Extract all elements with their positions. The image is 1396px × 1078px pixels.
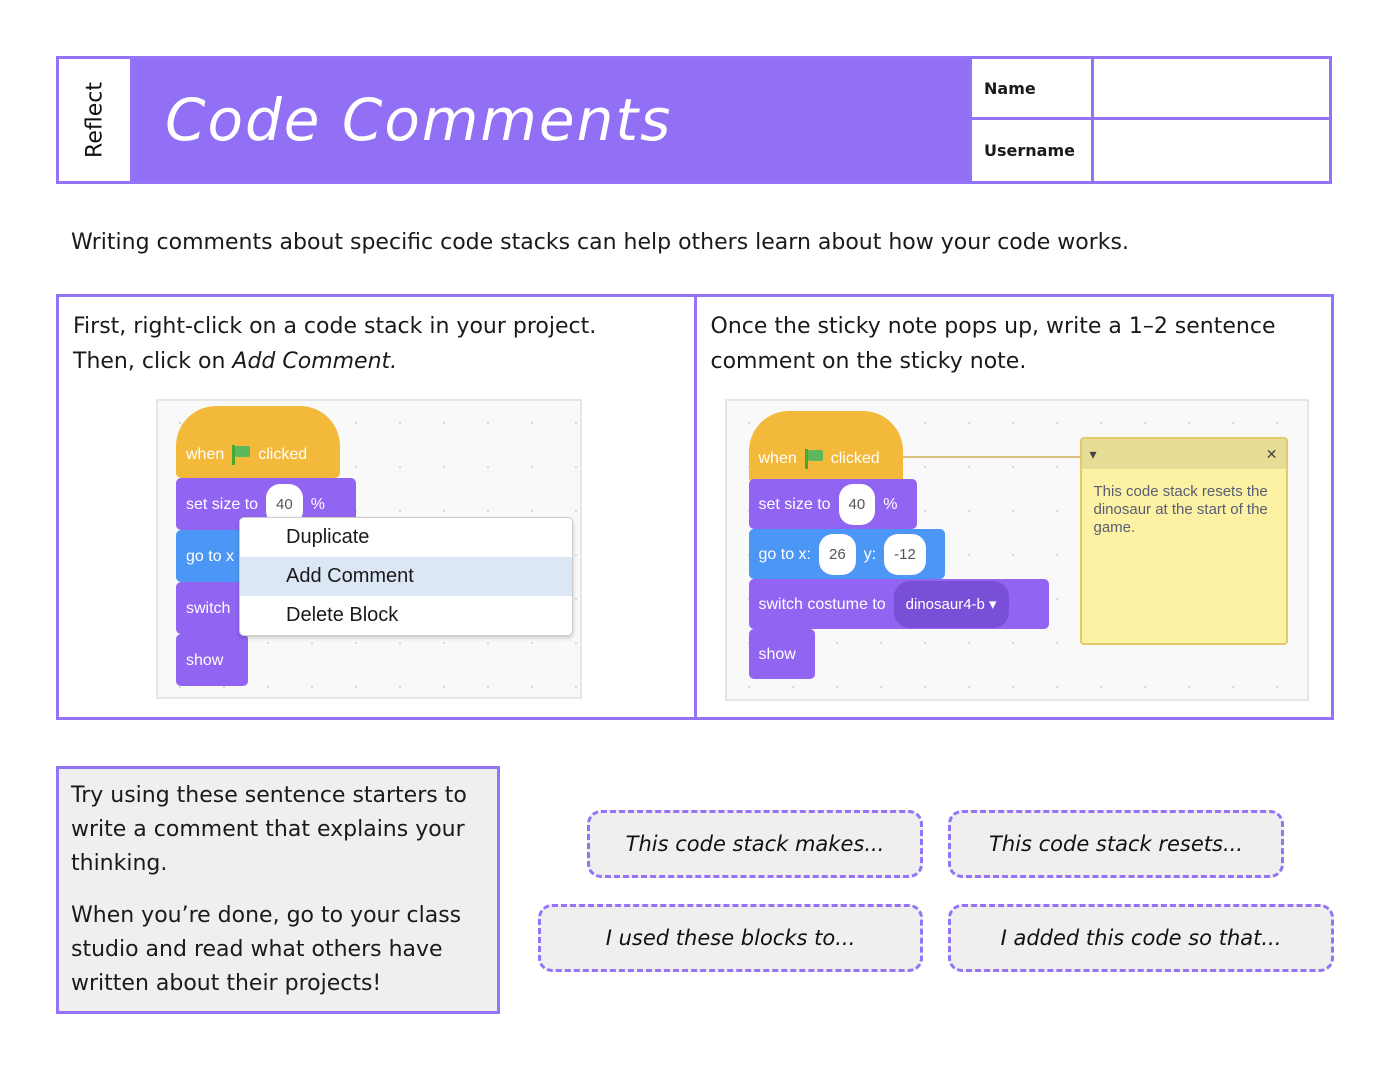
step-2-text: Once the sticky note pops up, write a 1–… <box>710 314 1276 374</box>
show-block[interactable]: show <box>748 629 815 679</box>
step-2: Once the sticky note pops up, write a 1–… <box>697 297 1332 717</box>
when-flag-clicked-block[interactable]: when clicked <box>176 406 340 478</box>
comment-text[interactable]: This code stack resets the dinosaur at t… <box>1082 469 1286 551</box>
green-flag-icon <box>232 445 251 465</box>
page-title: Code Comments <box>165 86 673 154</box>
block-label: switch costume to <box>758 595 886 613</box>
menu-item-delete-block[interactable]: Delete Block <box>240 596 572 635</box>
tip-paragraph: When you’re done, go to your class studi… <box>71 903 462 996</box>
step-1-line-2-text: Then, click on <box>73 349 233 374</box>
block-label: when <box>186 445 225 463</box>
name-label: Name <box>972 59 1094 120</box>
tip-box: Try using these sentence starters to wri… <box>56 766 500 1014</box>
switch-costume-block[interactable]: switch costume to dinosaur4-b ▾ <box>748 579 1049 629</box>
sentence-starter: I used these blocks to... <box>538 904 923 972</box>
name-field[interactable] <box>1094 59 1329 120</box>
costume-dropdown[interactable]: dinosaur4-b ▾ <box>893 580 1009 628</box>
block-label: set size to <box>758 495 831 513</box>
block-label: when <box>758 449 797 467</box>
x-input[interactable]: 26 <box>818 533 856 575</box>
collapse-icon[interactable]: ▾ <box>1090 437 1097 472</box>
block-label: y: <box>863 545 877 563</box>
block-label: switch <box>186 599 231 617</box>
step-1-line-2: Then, click on Add Comment. <box>73 344 680 379</box>
sentence-starter: This code stack makes... <box>587 810 923 878</box>
dropdown-arrow-icon: ▾ <box>989 595 997 613</box>
category-label: Reflect <box>82 82 107 158</box>
menu-item-duplicate[interactable]: Duplicate <box>240 518 572 557</box>
category-label-box: Reflect <box>59 59 133 181</box>
block-label: clicked <box>258 445 308 463</box>
block-label: show <box>186 651 224 669</box>
block-label: go to x: <box>758 545 811 563</box>
username-label: Username <box>972 120 1094 181</box>
show-block[interactable]: show <box>176 634 248 686</box>
step-1-emphasis: Add Comment. <box>232 349 398 374</box>
sentence-starter: This code stack resets... <box>948 810 1284 878</box>
steps-panel: First, right-click on a code stack in yo… <box>56 294 1334 720</box>
title-band: Code Comments <box>133 59 969 181</box>
comment-connector <box>876 456 1082 458</box>
y-input[interactable]: -12 <box>884 533 926 575</box>
block-label: % <box>883 495 898 513</box>
block-label: go to x <box>186 547 235 565</box>
context-menu: Duplicate Add Comment Delete Block <box>239 517 573 636</box>
green-flag-icon <box>804 449 823 469</box>
set-size-block[interactable]: set size to 40% <box>748 479 917 529</box>
step-1-line-1: First, right-click on a code stack in yo… <box>73 314 597 339</box>
username-field[interactable] <box>1094 120 1329 181</box>
menu-item-add-comment[interactable]: Add Comment <box>240 557 572 596</box>
sentence-starter: I added this code so that... <box>948 904 1334 972</box>
comment-sticky-note[interactable]: ▾ ✕ This code stack resets the dinosaur … <box>1079 437 1288 645</box>
comment-header: ▾ ✕ <box>1081 437 1286 472</box>
tip-paragraph: Try using these sentence starters to wri… <box>71 783 467 876</box>
block-label: show <box>758 645 796 663</box>
scratch-canvas-2: when clicked set size to 40% go to x: 26 y: -… <box>724 399 1309 701</box>
scratch-canvas-1: when clicked set size to 40% go to x switc… <box>156 399 582 699</box>
when-flag-clicked-block[interactable]: when clicked <box>748 411 903 483</box>
step-1: First, right-click on a code stack in yo… <box>59 297 697 717</box>
close-icon[interactable]: ✕ <box>1266 437 1278 472</box>
go-to-xy-block[interactable]: go to x: 26 y: -12 <box>748 529 945 579</box>
intro-text: Writing comments about specific code sta… <box>71 230 1129 255</box>
costume-value: dinosaur4-b <box>905 595 985 613</box>
worksheet-header: Reflect Code Comments Name Username <box>56 56 1332 184</box>
block-label: clicked <box>830 449 880 467</box>
size-input[interactable]: 40 <box>838 483 876 525</box>
student-info-grid: Name Username <box>969 59 1329 181</box>
